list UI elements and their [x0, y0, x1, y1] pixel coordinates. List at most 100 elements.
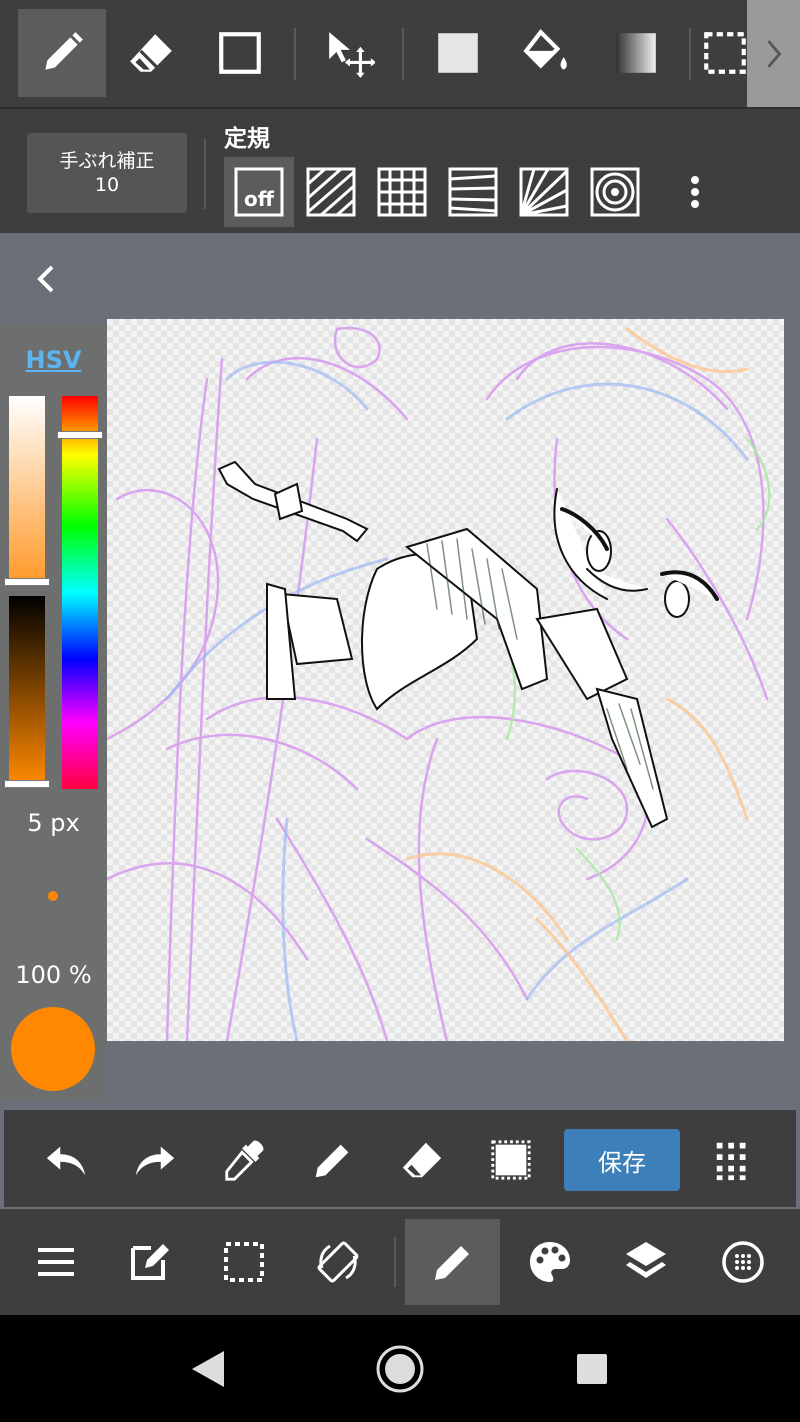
brush-preview-dot — [48, 891, 58, 901]
layers-button[interactable] — [600, 1219, 692, 1305]
ruler-label: 定規 — [224, 126, 270, 152]
undo-button[interactable] — [36, 1130, 96, 1190]
redo-icon — [135, 1146, 175, 1176]
radial-lines-icon — [519, 167, 569, 217]
grid-menu-button[interactable] — [704, 1130, 764, 1190]
toolbar-separator — [689, 28, 691, 80]
pen-quick-button[interactable] — [303, 1130, 363, 1190]
eyedropper-icon — [225, 1140, 264, 1181]
chevron-left-icon — [37, 265, 54, 293]
main-menu-button[interactable] — [10, 1219, 102, 1305]
eraser-icon — [130, 34, 172, 72]
select-menu-button[interactable] — [198, 1219, 290, 1305]
system-back-button[interactable] — [176, 1337, 240, 1401]
menu-icon — [38, 1248, 74, 1276]
saturation-slider[interactable] — [9, 396, 45, 581]
ruler-off-text: off — [244, 187, 274, 211]
shape-tool-button[interactable] — [196, 9, 284, 97]
bucket-tool-button[interactable] — [503, 9, 591, 97]
hue-slider[interactable] — [62, 396, 98, 789]
stabilizer-label: 手ぶれ補正 — [59, 150, 155, 172]
square-outline-icon — [219, 32, 261, 74]
back-triangle-icon — [192, 1351, 224, 1387]
value-slider[interactable] — [9, 596, 45, 784]
perspective-lines-icon — [448, 167, 498, 217]
move-tool-button[interactable] — [306, 9, 394, 97]
canvas-workspace[interactable] — [0, 235, 800, 1110]
pencil-icon — [45, 32, 83, 70]
grid-dots-icon — [716, 1142, 746, 1181]
brush-settings-button[interactable] — [697, 1219, 789, 1305]
color-palette-button[interactable] — [504, 1219, 596, 1305]
bottom-nav — [0, 1209, 800, 1315]
system-recents-button[interactable] — [560, 1337, 624, 1401]
redo-button[interactable] — [125, 1130, 185, 1190]
parallel-lines-icon — [306, 167, 356, 217]
eraser-tool-button[interactable] — [107, 9, 195, 97]
color-panel: HSV 5 px 100 % — [0, 324, 107, 1102]
system-nav-bar — [0, 1315, 800, 1422]
home-circle-icon — [376, 1345, 424, 1393]
eraser-icon — [402, 1142, 442, 1178]
fill-rect-tool-button[interactable] — [414, 9, 502, 97]
brush-opacity-label[interactable]: 100 % — [0, 961, 107, 989]
ruler-separator — [204, 139, 206, 209]
more-tools-button[interactable] — [747, 0, 800, 107]
toolbar-separator — [294, 28, 296, 80]
color-mode-link[interactable]: HSV — [0, 346, 107, 374]
more-vertical-icon — [691, 176, 699, 208]
current-color-swatch[interactable] — [11, 1007, 95, 1091]
drawing-canvas[interactable] — [107, 319, 784, 1041]
ruler-radial-button[interactable] — [509, 157, 579, 227]
brush-icon — [722, 1241, 764, 1283]
concentric-circles-icon — [590, 167, 640, 217]
ruler-more-button[interactable] — [652, 157, 722, 227]
dashed-select-icon — [704, 32, 746, 74]
brush-panel-button[interactable] — [405, 1219, 500, 1305]
ruler-parallel-button[interactable] — [296, 157, 366, 227]
ruler-off-button[interactable]: off — [224, 157, 294, 227]
recents-square-icon — [577, 1354, 607, 1384]
ruler-bar: 手ぶれ補正 10 定規 off — [0, 107, 800, 233]
sketch-artwork — [107, 326, 771, 1041]
filled-square-icon — [438, 33, 478, 73]
gradient-icon — [616, 33, 656, 73]
select-tool-button[interactable] — [700, 9, 750, 97]
save-button[interactable]: 保存 — [564, 1129, 680, 1191]
grid-icon — [377, 167, 427, 217]
hue-slider-handle[interactable] — [57, 431, 103, 439]
pencil-icon — [315, 1144, 349, 1178]
system-home-button[interactable] — [368, 1337, 432, 1401]
ruler-grid-button[interactable] — [367, 157, 437, 227]
pen-tool-button[interactable] — [18, 9, 106, 97]
edit-button[interactable] — [103, 1219, 195, 1305]
top-toolbar — [0, 0, 800, 107]
dotted-square-icon — [491, 1140, 531, 1180]
rotate-icon — [317, 1241, 359, 1283]
ruler-concentric-button[interactable] — [580, 157, 650, 227]
eraser-quick-button[interactable] — [392, 1130, 452, 1190]
undo-icon — [46, 1146, 86, 1176]
nav-separator — [394, 1237, 396, 1287]
layers-icon — [626, 1242, 666, 1278]
gradient-tool-button[interactable] — [592, 9, 680, 97]
palette-icon — [530, 1242, 570, 1282]
select-icon — [224, 1242, 264, 1282]
stabilizer-value: 10 — [94, 174, 120, 196]
move-arrow-icon — [329, 32, 375, 78]
pencil-icon — [434, 1246, 469, 1280]
back-button[interactable] — [28, 259, 64, 299]
value-slider-handle[interactable] — [4, 780, 50, 788]
brush-size-label[interactable]: 5 px — [0, 809, 107, 837]
saturation-slider-handle[interactable] — [4, 578, 50, 586]
action-bar: 保存 — [4, 1110, 796, 1207]
eyedropper-button[interactable] — [214, 1130, 274, 1190]
toolbar-separator — [402, 28, 404, 80]
stabilizer-button[interactable]: 手ぶれ補正 10 — [27, 133, 187, 213]
edit-icon — [131, 1244, 169, 1280]
ruler-perspective-button[interactable] — [438, 157, 508, 227]
rotate-canvas-button[interactable] — [292, 1219, 384, 1305]
paint-bucket-icon — [523, 29, 567, 70]
medibang-app: 手ぶれ補正 10 定規 off HSV 5 px 100 % 保存 — [0, 0, 800, 1422]
selection-button[interactable] — [481, 1130, 541, 1190]
